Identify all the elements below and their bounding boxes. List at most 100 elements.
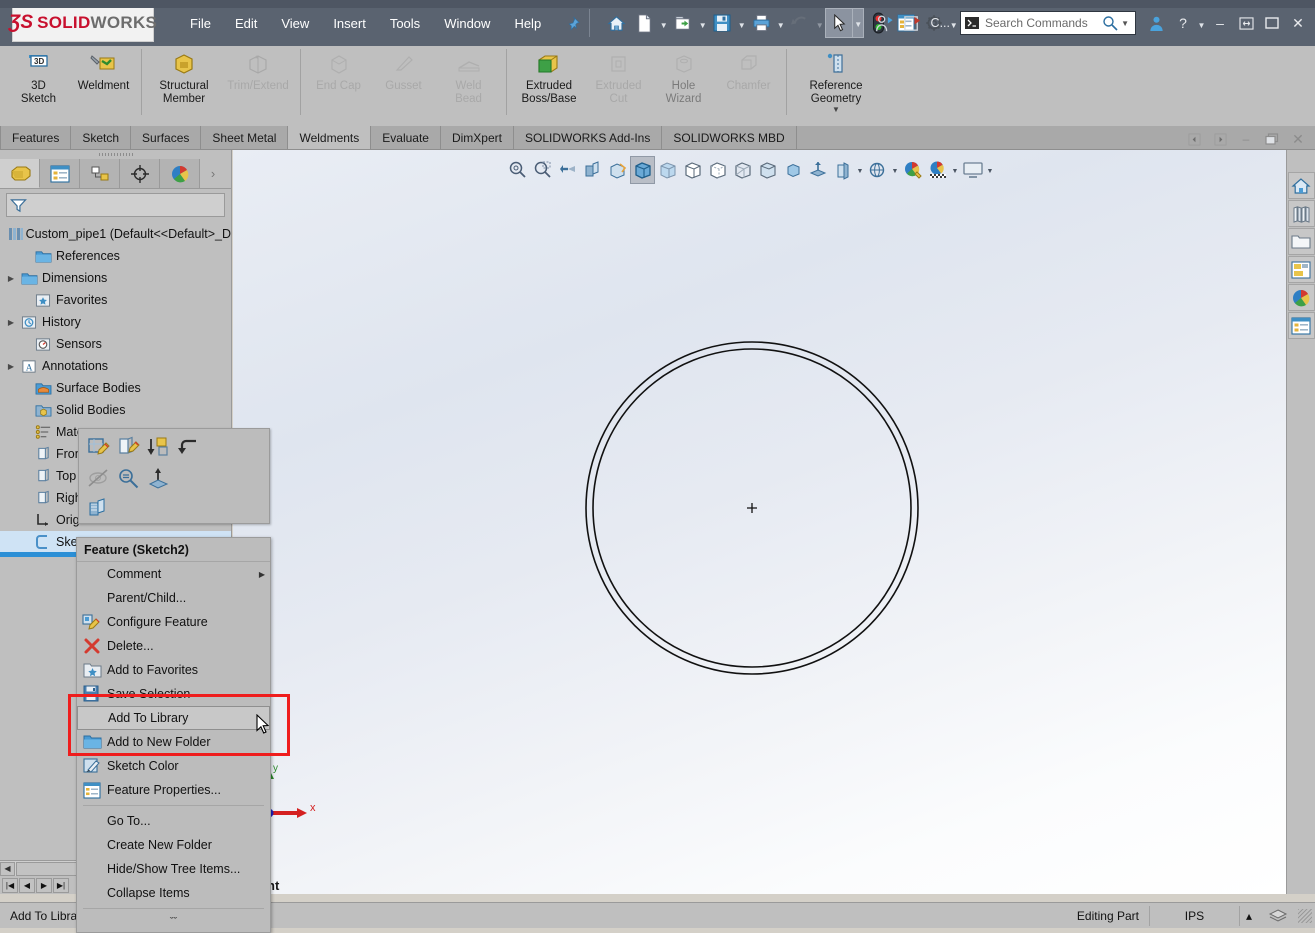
nav-next-button[interactable]: ▶ bbox=[36, 877, 52, 893]
menu-window[interactable]: Window bbox=[432, 12, 502, 35]
tree-expander[interactable]: ▶ bbox=[4, 362, 18, 371]
search-commands-box[interactable]: Search Commands ▼ bbox=[960, 11, 1136, 35]
ribbon-extruded-cut[interactable]: Extruded Cut bbox=[586, 46, 651, 120]
tree-item-solid-bodies[interactable]: Solid Bodies bbox=[0, 399, 231, 421]
ribbon-chamfer[interactable]: Chamfer bbox=[716, 46, 781, 120]
menu-item-hide-show-tree-items[interactable]: Hide/Show Tree Items... bbox=[77, 857, 270, 881]
nav-last-button[interactable]: ▶| bbox=[53, 877, 69, 893]
ribbon-weldment[interactable]: Weldment bbox=[71, 46, 136, 120]
new-document-button[interactable] bbox=[630, 8, 658, 38]
reference-geometry-dropdown-caret[interactable]: ▼ bbox=[832, 106, 840, 114]
menu-item-configure-feature[interactable]: Configure Feature bbox=[77, 610, 270, 634]
configuration-manager-tab[interactable] bbox=[80, 159, 120, 188]
task-pane-home-icon[interactable] bbox=[1287, 172, 1315, 199]
menu-item-create-new-folder[interactable]: Create New Folder bbox=[77, 833, 270, 857]
parent-child-arrow-icon[interactable] bbox=[175, 434, 203, 460]
menu-item-delete[interactable]: Delete... bbox=[77, 634, 270, 658]
tab-evaluate[interactable]: Evaluate bbox=[371, 126, 441, 149]
normal-to-icon[interactable] bbox=[145, 465, 173, 491]
tab-surfaces[interactable]: Surfaces bbox=[131, 126, 202, 149]
panel-gripper[interactable] bbox=[0, 150, 231, 159]
menu-help[interactable]: Help bbox=[502, 12, 553, 35]
more-tabs-chevron-icon[interactable]: › bbox=[200, 159, 226, 188]
scroll-left-button[interactable]: ◀ bbox=[0, 861, 15, 876]
hide-show-icon[interactable] bbox=[85, 465, 113, 491]
task-pane-view-palette-icon[interactable] bbox=[1287, 256, 1315, 283]
ribbon-structural-member[interactable]: Structural Member bbox=[147, 46, 221, 120]
new-document-dropdown[interactable]: ▼ bbox=[658, 8, 669, 38]
pushpin-icon[interactable] bbox=[561, 12, 583, 34]
tree-item-annotations[interactable]: ▶ A Annotations bbox=[0, 355, 231, 377]
undo-dropdown[interactable]: ▼ bbox=[814, 8, 825, 38]
units-dropdown-caret[interactable]: ▴ bbox=[1240, 906, 1258, 926]
feature-manager-tab[interactable] bbox=[0, 159, 40, 188]
ribbon-hole-wizard[interactable]: Hole Wizard bbox=[651, 46, 716, 120]
maximize-window-button[interactable] bbox=[1259, 8, 1285, 38]
restore-window-button[interactable] bbox=[1233, 8, 1259, 38]
restore-document-button[interactable] bbox=[1259, 128, 1285, 150]
tab-features[interactable]: Features bbox=[0, 126, 72, 149]
close-document-window-button[interactable]: ✕ bbox=[1285, 128, 1311, 150]
ribbon-end-cap[interactable]: End Cap bbox=[306, 46, 371, 120]
tab-solidworks-mbd[interactable]: SOLIDWORKS MBD bbox=[662, 126, 797, 149]
tab-sketch[interactable]: Sketch bbox=[71, 126, 132, 149]
menu-item-save-selection[interactable]: Save Selection bbox=[77, 682, 270, 706]
menu-item-feature-properties[interactable]: Feature Properties... bbox=[77, 778, 270, 802]
ribbon-gusset[interactable]: Gusset bbox=[371, 46, 436, 120]
scroll-thumb[interactable] bbox=[16, 861, 84, 876]
nav-prev-button[interactable]: ◀ bbox=[19, 877, 35, 893]
user-account-icon[interactable] bbox=[1142, 8, 1170, 38]
minimize-window-button[interactable]: – bbox=[1207, 8, 1233, 38]
graphics-area[interactable]: ▼ ▼ ▼ ▼ y x nt bbox=[233, 150, 1286, 894]
help-dropdown[interactable]: ▼ bbox=[1196, 8, 1207, 38]
task-pane-appearances-icon[interactable] bbox=[1287, 284, 1315, 311]
home-button[interactable] bbox=[602, 8, 630, 38]
nav-first-button[interactable]: |◀ bbox=[2, 877, 18, 893]
overlay-stack-icon[interactable] bbox=[1258, 906, 1298, 926]
tree-expander[interactable]: ▶ bbox=[4, 318, 18, 327]
minimize-document-button[interactable]: – bbox=[1233, 128, 1259, 150]
close-document-button[interactable] bbox=[899, 8, 927, 38]
search-magnifier-icon[interactable] bbox=[1102, 15, 1118, 31]
menu-file[interactable]: File bbox=[178, 12, 223, 35]
menu-item-parent-child[interactable]: Parent/Child... bbox=[77, 586, 270, 610]
resize-grip-icon[interactable] bbox=[1298, 908, 1312, 923]
menu-insert[interactable]: Insert bbox=[321, 12, 378, 35]
select-dropdown[interactable]: ▼ bbox=[853, 8, 865, 38]
feature-tree-filter[interactable] bbox=[6, 193, 225, 217]
ribbon-weld-bead[interactable]: Weld Bead bbox=[436, 46, 501, 120]
tree-item-history[interactable]: ▶ History bbox=[0, 311, 231, 333]
ribbon-3d-sketch[interactable]: 3D 3D Sketch bbox=[6, 46, 71, 120]
tree-item-surface-bodies[interactable]: Surface Bodies bbox=[0, 377, 231, 399]
ribbon-trim-extend[interactable]: * Trim/Extend bbox=[221, 46, 295, 120]
rollback-icon[interactable] bbox=[145, 434, 173, 460]
open-document-dropdown[interactable]: ▼ bbox=[697, 8, 708, 38]
ribbon-reference-geometry[interactable]: Reference Geometry ▼ bbox=[792, 46, 880, 120]
menu-item-collapse-items[interactable]: Collapse Items bbox=[77, 881, 270, 905]
menu-item-add-to-favorites[interactable]: Add to Favorites bbox=[77, 658, 270, 682]
tab-sheet-metal[interactable]: Sheet Metal bbox=[201, 126, 289, 149]
property-manager-tab[interactable] bbox=[40, 159, 80, 188]
menu-expand-chevron-icon[interactable]: ˇˇ bbox=[77, 912, 270, 932]
dimxpert-manager-tab[interactable] bbox=[120, 159, 160, 188]
print-button[interactable] bbox=[747, 8, 775, 38]
tree-item-sensors[interactable]: Sensors bbox=[0, 333, 231, 355]
menu-view[interactable]: View bbox=[269, 12, 321, 35]
select-button[interactable] bbox=[825, 8, 854, 38]
tree-item-references[interactable]: References bbox=[0, 245, 231, 267]
user-profile-button[interactable] bbox=[871, 8, 899, 38]
tree-item-dimensions[interactable]: ▶ Dimensions bbox=[0, 267, 231, 289]
menu-item-comment[interactable]: Comment ▶ bbox=[77, 562, 270, 586]
section-view-icon[interactable] bbox=[85, 495, 113, 521]
menu-item-go-to[interactable]: Go To... bbox=[77, 809, 270, 833]
save-button[interactable] bbox=[708, 8, 736, 38]
search-input[interactable]: Search Commands bbox=[980, 16, 1102, 30]
open-document-button[interactable] bbox=[669, 8, 697, 38]
edit-sketch-icon[interactable] bbox=[85, 434, 113, 460]
edit-sketch-plane-icon[interactable] bbox=[115, 434, 143, 460]
tree-expander[interactable]: ▶ bbox=[4, 274, 18, 283]
task-pane-file-explorer-icon[interactable] bbox=[1287, 228, 1315, 255]
print-dropdown[interactable]: ▼ bbox=[775, 8, 786, 38]
tab-weldments[interactable]: Weldments bbox=[288, 126, 372, 149]
menu-item-sketch-color[interactable]: Sketch Color bbox=[77, 754, 270, 778]
